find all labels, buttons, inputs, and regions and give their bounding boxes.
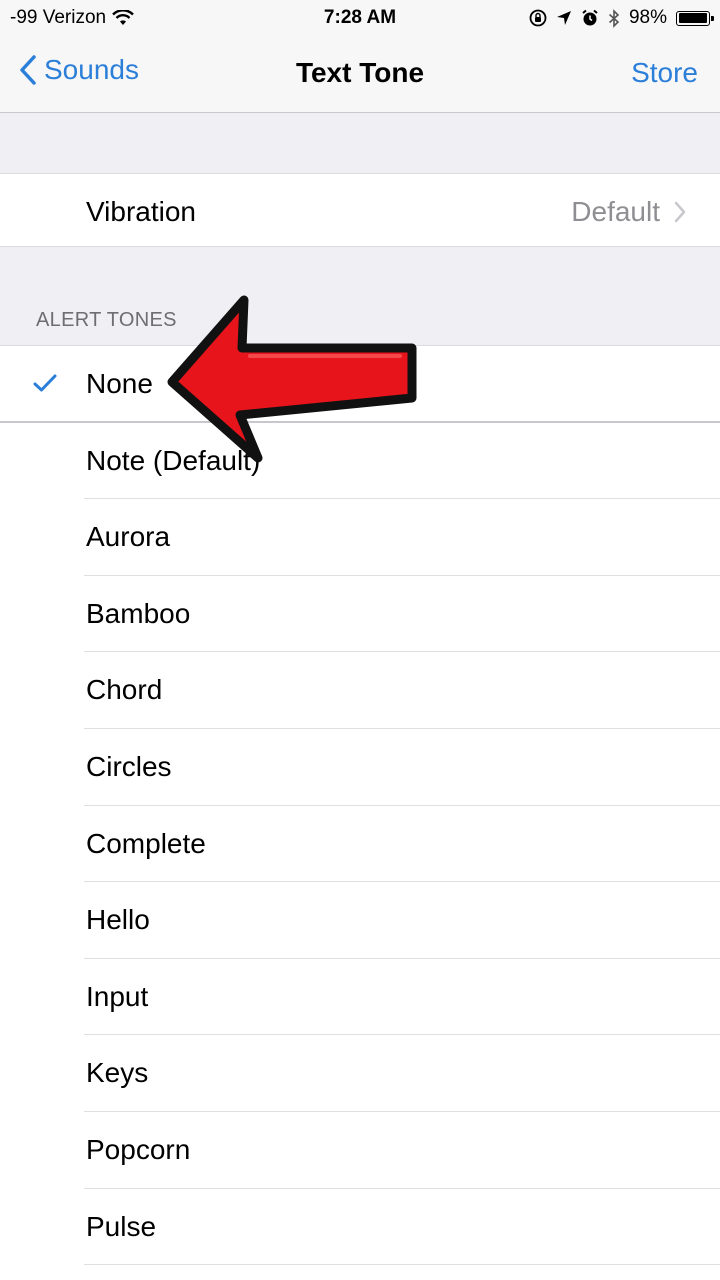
tone-label: Keys <box>86 1057 149 1089</box>
vibration-value: Default <box>571 196 660 227</box>
chevron-left-icon <box>20 55 36 85</box>
screen-rotation-lock-icon <box>529 9 547 27</box>
tone-row-none[interactable]: None <box>0 346 720 423</box>
battery-percent: 98% <box>628 7 667 28</box>
location-arrow-icon <box>556 11 571 25</box>
tone-label: Hello <box>86 904 150 936</box>
battery-fill <box>678 13 707 23</box>
tone-row-popcorn[interactable]: Popcorn <box>0 1112 720 1189</box>
alert-tones-list: None Note (Default) Aurora Bamboo Chord Circl… <box>0 345 720 1280</box>
status-bar: -99 Verizon 7:28 AM 98% <box>0 0 720 38</box>
tone-label: Circles <box>86 750 172 782</box>
tone-row-aurora[interactable]: Aurora <box>0 499 720 576</box>
store-button[interactable]: Store <box>631 57 698 89</box>
tone-label: Input <box>86 980 149 1012</box>
tone-label: Note (Default) <box>86 444 261 476</box>
tone-row-bamboo[interactable]: Bamboo <box>0 576 720 653</box>
status-right: 98% <box>529 7 714 29</box>
tone-label: Popcorn <box>86 1133 191 1165</box>
tone-label: Chord <box>86 674 163 706</box>
tone-label: Bamboo <box>86 597 191 629</box>
tone-row-note-default[interactable]: Note (Default) <box>0 423 720 500</box>
tone-row-keys[interactable]: Keys <box>0 1035 720 1112</box>
vibration-label: Vibration <box>86 196 197 227</box>
vibration-row[interactable]: Vibration Default <box>0 173 720 247</box>
tone-row-complete[interactable]: Complete <box>0 806 720 883</box>
chevron-right-icon <box>674 201 686 223</box>
tone-label: Complete <box>86 827 206 859</box>
tone-label: Pulse <box>86 1210 157 1242</box>
battery-tip <box>711 15 714 21</box>
vibration-value-group: Default <box>571 196 686 228</box>
back-button-label: Sounds <box>44 54 139 85</box>
alarm-icon <box>582 9 598 26</box>
checkmark-icon <box>33 374 57 392</box>
bluetooth-icon <box>608 8 620 28</box>
alert-tones-header: ALERT TONES <box>36 309 177 331</box>
tone-label: Aurora <box>86 521 171 553</box>
tone-row-circles[interactable]: Circles <box>0 729 720 806</box>
tone-label: None <box>86 368 153 399</box>
battery-icon <box>676 10 714 26</box>
tone-row-input[interactable]: Input <box>0 959 720 1036</box>
tone-row-chord[interactable]: Chord <box>0 652 720 729</box>
navigation-bar: Sounds Text Tone Store <box>0 38 720 113</box>
screen: -99 Verizon 7:28 AM 98% Sounds Text Tone… <box>0 0 720 1280</box>
tone-row-pulse[interactable]: Pulse <box>0 1189 720 1266</box>
tone-row-hello[interactable]: Hello <box>0 882 720 959</box>
back-button[interactable]: Sounds <box>18 54 139 86</box>
